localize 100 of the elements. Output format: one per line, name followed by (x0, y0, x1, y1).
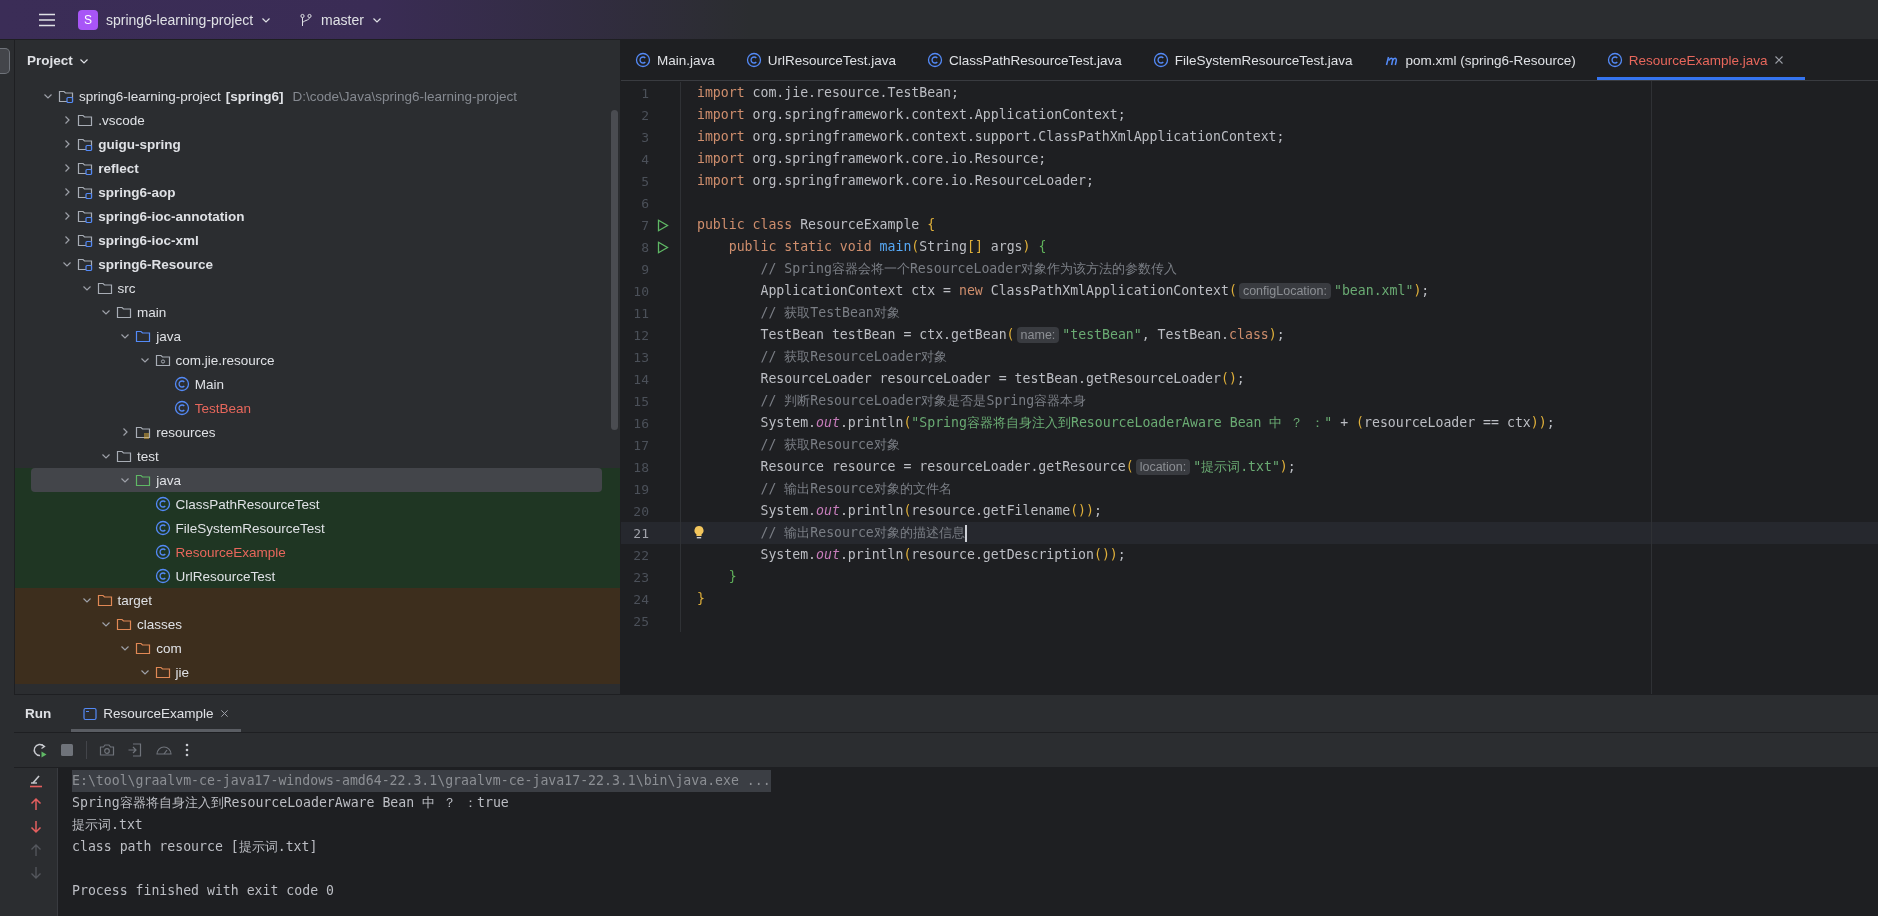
folder-icon (77, 160, 94, 176)
folder-icon (135, 424, 152, 440)
folder-icon (96, 592, 113, 608)
folder-icon (115, 616, 132, 632)
tree-item[interactable]: target (31, 588, 602, 612)
chevron-icon[interactable] (100, 619, 111, 629)
editor-tab[interactable]: FileSystemResourceTest.java (1142, 40, 1374, 80)
tree-item[interactable]: guigu-spring (31, 132, 602, 156)
code-line: // 获取Resource对象 (759, 436, 900, 454)
stop-icon[interactable] (60, 743, 74, 757)
close-icon[interactable] (1773, 55, 1784, 65)
class-icon (154, 544, 171, 560)
chevron-icon[interactable] (81, 595, 92, 605)
code-line: import com.jie.resource.TestBean; (695, 84, 959, 102)
chevron-icon[interactable] (120, 475, 131, 485)
code-line: TestBean testBean = ctx.getBean( name: "testBean", TestBean.class); (759, 326, 1285, 345)
tree-item[interactable]: java (31, 324, 602, 348)
menu-icon[interactable] (38, 12, 56, 27)
tree-item[interactable]: classes (31, 612, 602, 636)
editor-tab[interactable]: ResourceExample.java (1596, 40, 1805, 80)
arrow-down-icon[interactable] (28, 820, 43, 834)
rerun-icon[interactable] (32, 742, 48, 758)
editor-tab[interactable]: pom.xml (spring6-Resource) (1373, 40, 1597, 80)
folder-icon (77, 184, 94, 200)
chevron-icon[interactable] (62, 259, 73, 269)
tree-item[interactable]: resources (31, 420, 602, 444)
module-label: [spring6] (225, 88, 284, 104)
folder-icon (96, 280, 113, 296)
path-label: D:\code\Java\spring6-learning-project (292, 88, 517, 104)
console-line: Process finished with exit code 0 (72, 882, 335, 900)
chevron-icon[interactable] (81, 283, 92, 293)
camera-icon[interactable] (99, 742, 115, 758)
code-line: import org.springframework.context.support.ClassPathXmlApplicationContext; (695, 128, 1285, 146)
branch-icon (299, 12, 314, 27)
folder-icon (115, 304, 132, 320)
package-icon (154, 352, 171, 368)
tree-item[interactable]: spring6-learning-project [spring6] D:\code\Java\spring6-learning-project (31, 84, 602, 108)
chevron-icon[interactable] (100, 307, 111, 317)
code-line: public static void main(String[] args) { (727, 238, 1047, 256)
editor-tab[interactable]: UrlResourceTest.java (735, 40, 918, 80)
chevron-icon[interactable] (43, 91, 53, 101)
project-selector[interactable]: S spring6-learning-project (72, 5, 278, 34)
tree-item[interactable]: com (31, 636, 602, 660)
code-line: Resource resource = resourceLoader.getResource( location: "提示词.txt"); (759, 458, 1296, 477)
arrow-up-icon[interactable] (28, 797, 43, 811)
code-line: import org.springframework.core.io.ResourceLoader; (695, 172, 1094, 190)
class-icon (927, 52, 944, 68)
run-tab[interactable]: ResourceExample (71, 695, 241, 732)
tree-item[interactable]: spring6-ioc-annotation (31, 204, 602, 228)
tree-item[interactable]: spring6-Resource (31, 252, 602, 276)
tree-item[interactable]: main (31, 300, 602, 324)
folder-icon (77, 232, 94, 248)
folder-icon (135, 328, 152, 344)
folder-icon (77, 136, 94, 152)
tree-item[interactable]: .vscode (31, 108, 602, 132)
tree-item[interactable]: UrlResourceTest (31, 564, 602, 588)
chevron-icon[interactable] (100, 451, 111, 461)
folder-icon (77, 112, 94, 128)
console-line: 提示词.txt (72, 816, 144, 834)
tree-item[interactable]: spring6-aop (31, 180, 602, 204)
tree-item[interactable]: reflect (31, 156, 602, 180)
tree-item[interactable]: src (31, 276, 602, 300)
scrollbar-thumb[interactable] (611, 110, 618, 430)
tool-window-button[interactable] (0, 48, 10, 74)
tree-item[interactable]: TestBean (31, 396, 602, 420)
class-icon (635, 52, 651, 68)
tree-item[interactable]: com.jie.resource (31, 348, 602, 372)
folder-icon (115, 448, 132, 464)
editor-tab[interactable]: Main.java (625, 40, 736, 80)
class-icon (154, 520, 171, 536)
folder-icon (77, 208, 94, 224)
folder-icon (154, 664, 171, 680)
tree-item[interactable]: jie (31, 660, 602, 684)
editor-tab[interactable]: ClassPathResourceTest.java (917, 40, 1143, 80)
run-icon[interactable] (657, 218, 669, 232)
tree-item[interactable]: ClassPathResourceTest (31, 492, 602, 516)
close-icon[interactable] (219, 709, 229, 718)
panel-title[interactable]: Project (15, 40, 89, 81)
code-line: // 输出Resource对象的文件名 (759, 480, 952, 498)
exit-icon[interactable] (127, 742, 143, 758)
tree-item[interactable]: java (31, 468, 602, 492)
more-icon[interactable] (185, 743, 189, 757)
tree-item[interactable]: ResourceExample (31, 540, 602, 564)
code-line: System.out.println("Spring容器将自身注入到ResourceLoaderAware Bean 中 ？ ：" + (resourceLoader == ctx)); (759, 414, 1555, 432)
chevron-icon[interactable] (139, 355, 150, 365)
code-line: // 获取TestBean对象 (759, 304, 900, 322)
line-number: 21 (632, 525, 649, 541)
lightbulb-icon[interactable] (693, 525, 705, 540)
chevron-icon[interactable] (120, 331, 131, 341)
tree-item[interactable]: FileSystemResourceTest (31, 516, 602, 540)
chevron-icon[interactable] (120, 643, 131, 653)
panel-title: Run (25, 706, 52, 721)
run-icon[interactable] (657, 240, 669, 254)
tree-item[interactable]: spring6-ioc-xml (31, 228, 602, 252)
clear-icon[interactable] (28, 774, 43, 788)
tree-item[interactable]: Main (31, 372, 602, 396)
chevron-icon[interactable] (139, 667, 150, 677)
code-line: } (727, 568, 737, 586)
branch-selector[interactable]: master (293, 7, 388, 32)
tree-item[interactable]: test (31, 444, 602, 468)
